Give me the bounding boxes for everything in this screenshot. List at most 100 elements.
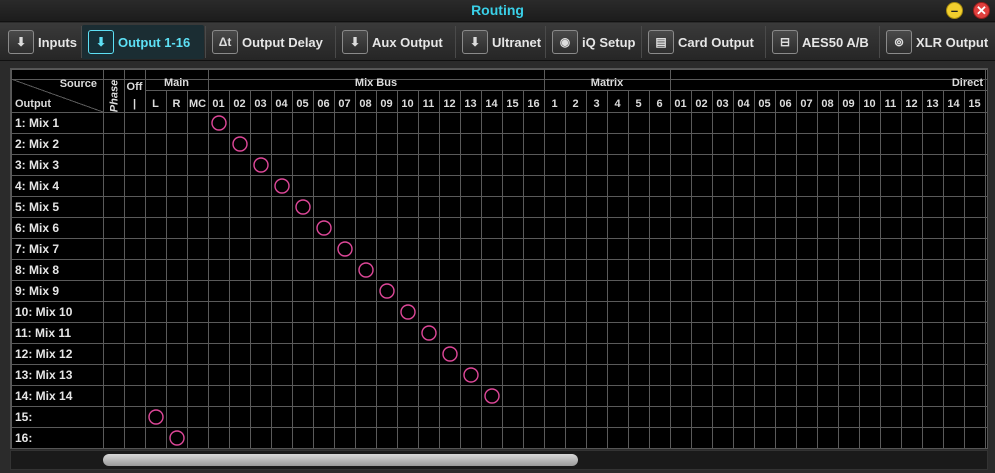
- tab-label: Card Output: [678, 34, 754, 50]
- column-label: 3: [593, 98, 599, 110]
- route-marker[interactable]: [253, 157, 269, 173]
- tab-inputs[interactable]: ⬇ Inputs: [2, 25, 80, 59]
- column-label: 05: [758, 98, 770, 110]
- tab-card-output[interactable]: ▤ Card Output: [642, 25, 764, 59]
- column-label: 04: [275, 98, 288, 110]
- column-label: 15: [968, 98, 980, 110]
- column-label: 01: [212, 98, 224, 110]
- route-marker[interactable]: [148, 409, 164, 425]
- route-marker[interactable]: [484, 388, 500, 404]
- delta-t-icon: Δt: [212, 30, 238, 54]
- row-label: 3: Mix 3: [15, 158, 59, 172]
- column-label: 07: [800, 98, 812, 110]
- row-label: 13: Mix 13: [15, 368, 73, 382]
- column-label: 06: [779, 98, 791, 110]
- close-icon[interactable]: ✕: [973, 2, 990, 19]
- column-label: 14: [485, 98, 498, 110]
- row-label: 6: Mix 6: [15, 221, 59, 235]
- tab-output-1-16[interactable]: ⬇ Output 1-16: [82, 25, 204, 59]
- input-jack-icon: ⬇: [8, 30, 34, 54]
- row-label: 16:: [15, 431, 32, 445]
- mixbus-group-label: Mix Bus: [355, 77, 397, 89]
- route-marker[interactable]: [211, 115, 227, 131]
- tab-label: Ultranet: [492, 34, 542, 50]
- column-label: 03: [254, 98, 266, 110]
- column-label: 09: [842, 98, 854, 110]
- column-label: 08: [359, 98, 371, 110]
- main-group-label: Main: [164, 77, 189, 89]
- column-label: 09: [380, 98, 392, 110]
- window-title: Routing: [471, 2, 524, 18]
- horizontal-scrollbar[interactable]: [10, 450, 988, 470]
- column-label: 03: [716, 98, 728, 110]
- column-label: MC: [189, 98, 206, 110]
- speaker-icon: ◉: [552, 30, 578, 54]
- column-label: 07: [338, 98, 350, 110]
- tab-output-delay[interactable]: Δt Output Delay: [206, 25, 334, 59]
- route-marker[interactable]: [442, 346, 458, 362]
- route-marker[interactable]: [337, 241, 353, 257]
- row-label: 15:: [15, 410, 32, 424]
- column-label: 13: [464, 98, 476, 110]
- row-label: 14: Mix 14: [15, 389, 73, 403]
- column-label: 10: [863, 98, 875, 110]
- matrix-group-label: Matrix: [591, 77, 624, 89]
- aes-connector-icon: ⊟: [772, 30, 798, 54]
- title-bar: Routing – ✕: [0, 0, 995, 22]
- row-label: 7: Mix 7: [15, 242, 59, 256]
- column-label: 04: [737, 98, 750, 110]
- column-label: 01: [674, 98, 686, 110]
- column-label: 02: [233, 98, 245, 110]
- tab-label: XLR Output: [916, 34, 989, 50]
- route-marker[interactable]: [316, 220, 332, 236]
- row-label: 9: Mix 9: [15, 284, 59, 298]
- row-label: 12: Mix 12: [15, 347, 73, 361]
- phase-label: Phase: [109, 80, 121, 112]
- column-label: 06: [317, 98, 329, 110]
- column-label: 16: [527, 98, 539, 110]
- tab-ultranet[interactable]: ⬇ Ultranet: [456, 25, 544, 59]
- column-label: 08: [821, 98, 833, 110]
- row-label: 8: Mix 8: [15, 263, 59, 277]
- row-label: 2: Mix 2: [15, 137, 59, 151]
- route-marker[interactable]: [169, 430, 185, 446]
- column-label: 6: [656, 98, 662, 110]
- off-label: Off: [127, 81, 143, 93]
- route-marker[interactable]: [232, 136, 248, 152]
- row-label: 10: Mix 10: [15, 305, 73, 319]
- route-marker[interactable]: [358, 262, 374, 278]
- tab-label: iQ Setup: [582, 34, 636, 50]
- column-label: 1: [551, 98, 557, 110]
- column-label: 5: [635, 98, 641, 110]
- route-marker[interactable]: [421, 325, 437, 341]
- column-label: 11: [885, 98, 897, 110]
- column-label: 10: [401, 98, 413, 110]
- row-label: 4: Mix 4: [15, 179, 59, 193]
- tab-bar: ⬇ Inputs ⬇ Output 1-16 Δt Output Delay ⬇…: [0, 23, 995, 61]
- output-jack-icon: ⬇: [88, 30, 114, 54]
- tab-xlr-output[interactable]: ⊚ XLR Output: [880, 25, 994, 59]
- card-icon: ▤: [648, 30, 674, 54]
- row-label: 5: Mix 5: [15, 200, 59, 214]
- route-marker[interactable]: [379, 283, 395, 299]
- column-label: 02: [695, 98, 707, 110]
- output-jack-icon: ⬇: [462, 30, 488, 54]
- route-marker[interactable]: [295, 199, 311, 215]
- column-label: R: [173, 98, 181, 110]
- route-marker[interactable]: [400, 304, 416, 320]
- column-label: 12: [443, 98, 455, 110]
- route-marker[interactable]: [274, 178, 290, 194]
- scrollbar-thumb[interactable]: [103, 454, 578, 466]
- minimize-icon[interactable]: –: [946, 2, 963, 19]
- corner-output-label: Output: [15, 98, 51, 110]
- tab-aux-output[interactable]: ⬇ Aux Output: [336, 25, 454, 59]
- tab-label: Inputs: [38, 34, 77, 50]
- column-label: 15: [506, 98, 518, 110]
- column-label: 2: [572, 98, 578, 110]
- tab-label: Aux Output: [372, 34, 443, 50]
- tab-iq-setup[interactable]: ◉ iQ Setup: [546, 25, 640, 59]
- route-marker[interactable]: [463, 367, 479, 383]
- tab-aes50-ab[interactable]: ⊟ AES50 A/B: [766, 25, 878, 59]
- column-label: 05: [296, 98, 308, 110]
- row-label: 1: Mix 1: [15, 116, 59, 130]
